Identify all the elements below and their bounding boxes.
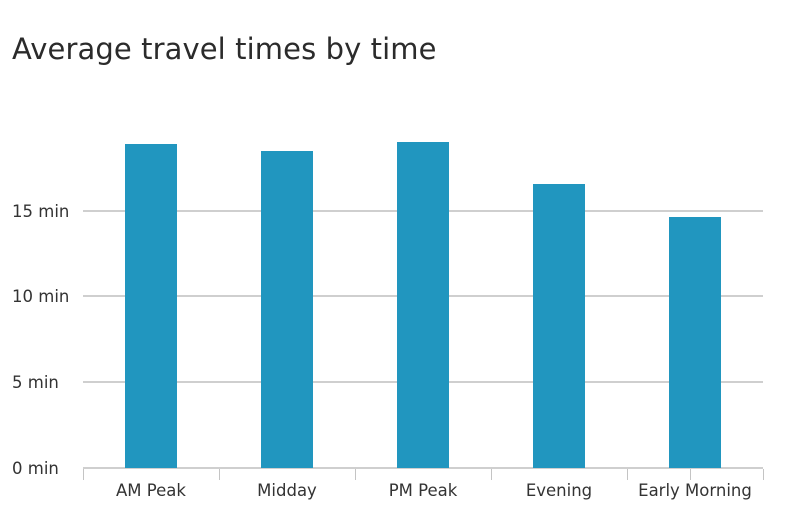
xtick-6: [690, 469, 691, 480]
xtick-1: [219, 469, 220, 480]
xtick-3: [491, 469, 492, 480]
ytick-label-10: 10 min: [12, 287, 70, 306]
bar-pm-peak[interactable]: [397, 142, 449, 468]
xtick-4: [627, 469, 628, 480]
ytick-label-0: 0 min: [12, 459, 59, 478]
xtick-2: [355, 469, 356, 480]
bar-am-peak[interactable]: [125, 144, 177, 468]
plot-area: 15 min 10 min 5 min 0 min AM Peak Midday…: [0, 0, 800, 525]
bar-evening[interactable]: [533, 184, 585, 468]
xtick-0: [83, 469, 84, 480]
ytick-label-5: 5 min: [12, 373, 59, 392]
xtick-label-early-morning: Early Morning: [638, 481, 752, 500]
bar-midday[interactable]: [261, 151, 313, 468]
bar-early-morning[interactable]: [669, 217, 721, 468]
ytick-label-15: 15 min: [12, 202, 70, 221]
bar-chart: Average travel times by time 15 min 10 m…: [0, 0, 800, 525]
xtick-5: [763, 469, 764, 480]
